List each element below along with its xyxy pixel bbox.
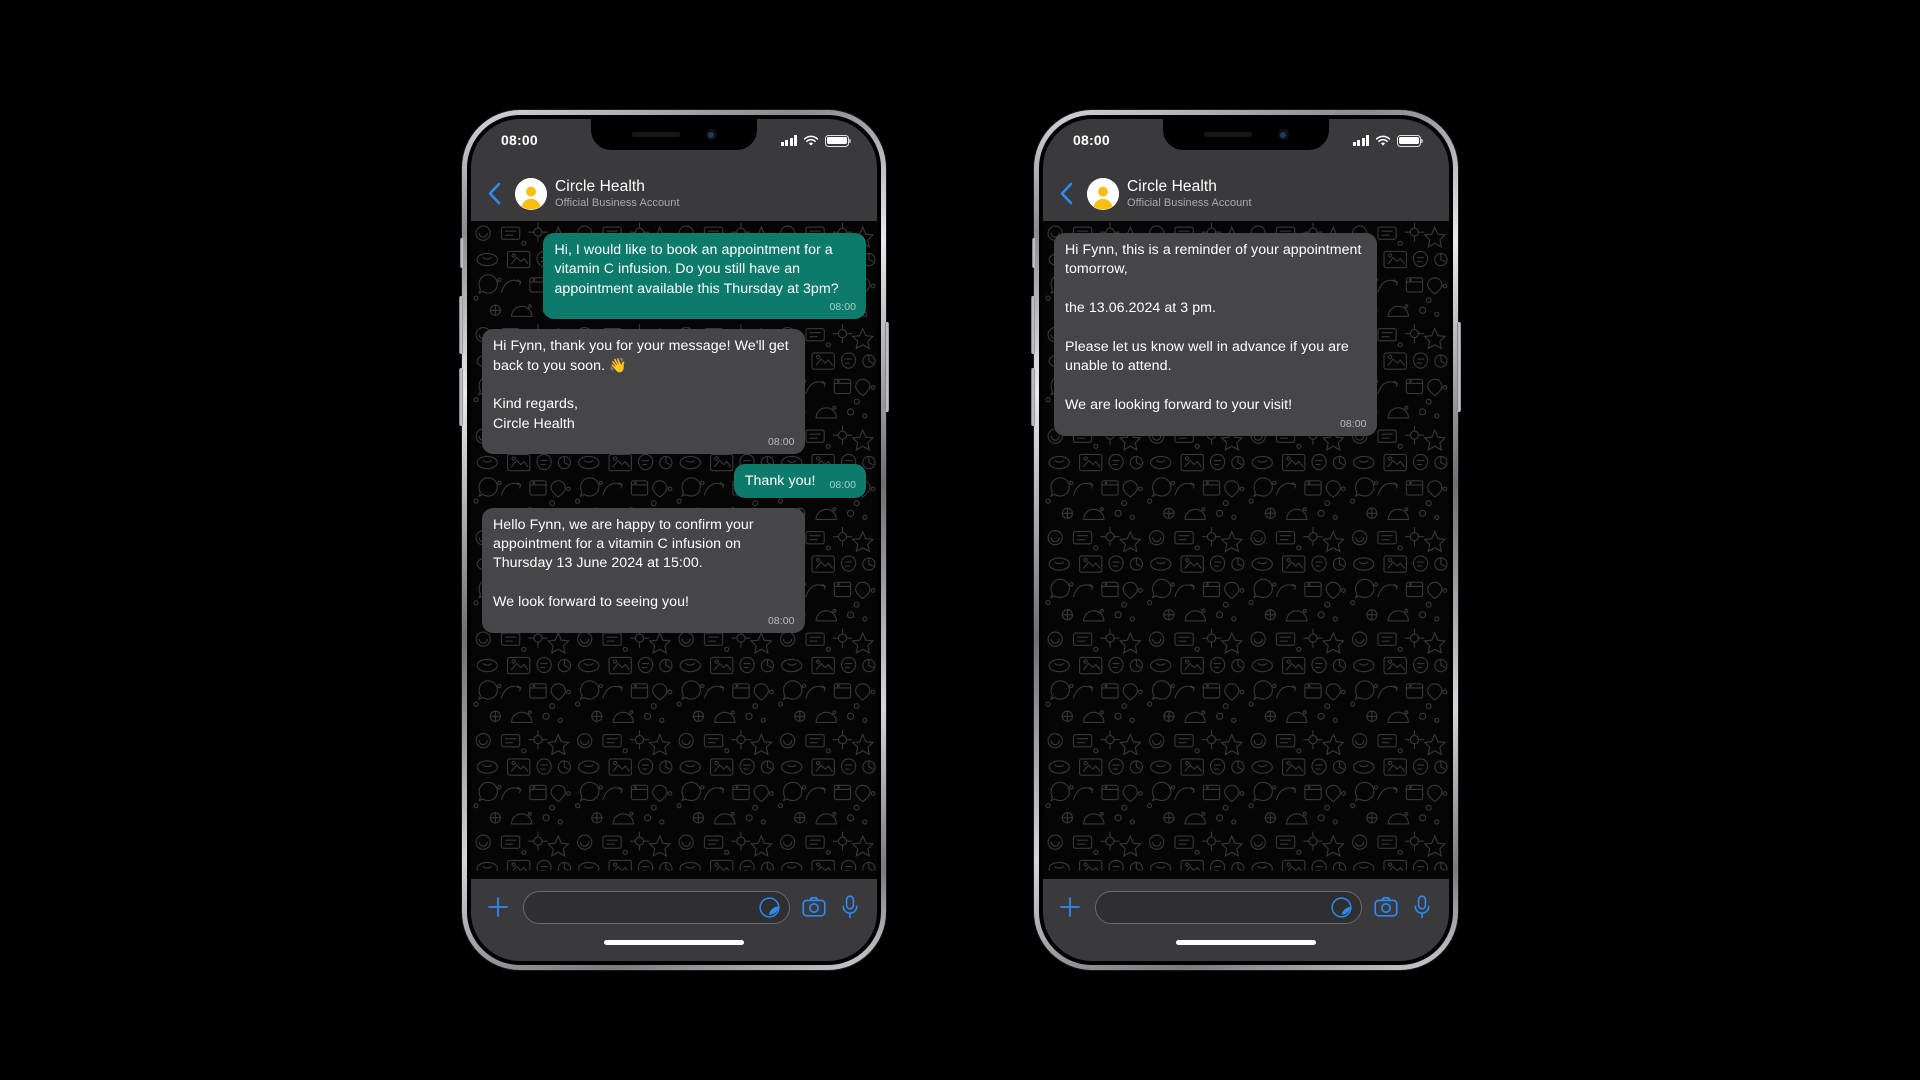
message-row: Thank you! 08:00 — [482, 464, 866, 498]
earpiece-speaker — [631, 132, 680, 137]
page-title: Circle Health — [1127, 178, 1218, 196]
status-time: 08:00 — [501, 132, 538, 148]
phone-bezel: 08:00 Circle Health Official Business Ac… — [1039, 115, 1453, 965]
message-timestamp: 08:00 — [829, 301, 856, 314]
camera-icon — [802, 897, 826, 917]
volume-up-button[interactable] — [1031, 296, 1035, 354]
silent-switch[interactable] — [1032, 238, 1036, 268]
volume-down-button[interactable] — [1031, 368, 1035, 426]
sticker-icon — [758, 896, 780, 918]
screenshot-stage: 08:00 Circle Health Official Business Ac… — [0, 0, 1920, 1080]
earpiece-speaker — [1203, 132, 1252, 137]
header-text: Circle Health Official Business Account — [1127, 178, 1252, 209]
volume-up-button[interactable] — [459, 296, 463, 354]
chat-message-list-right[interactable]: Hi Fynn, this is a reminder of your appo… — [1043, 221, 1449, 879]
chevron-left-icon — [488, 182, 501, 205]
microphone-icon — [842, 895, 858, 919]
message-input-bar — [471, 879, 877, 935]
incoming-message-bubble[interactable]: Hello Fynn, we are happy to confirm your… — [482, 507, 805, 633]
phone-bezel: 08:00 Circle Health Official Business Ac… — [467, 115, 881, 965]
phone-mockup-right: 08:00 Circle Health Official Business Ac… — [1031, 110, 1461, 970]
front-camera-icon — [705, 129, 717, 140]
silent-switch[interactable] — [460, 238, 464, 268]
page-title: Circle Health — [555, 178, 646, 196]
power-button[interactable] — [1457, 322, 1461, 412]
device-notch — [1163, 119, 1329, 150]
cellular-bars-icon — [1352, 135, 1369, 146]
plus-icon — [1060, 897, 1080, 917]
incoming-message-bubble[interactable]: Hi Fynn, this is a reminder of your appo… — [1054, 233, 1377, 436]
message-timestamp: 08:00 — [768, 614, 795, 627]
message-input-bar — [1043, 879, 1449, 935]
status-time: 08:00 — [1073, 132, 1110, 148]
message-text-field[interactable] — [1095, 890, 1362, 924]
camera-button[interactable] — [1374, 895, 1398, 919]
status-indicators — [1352, 132, 1424, 149]
sticker-button[interactable] — [1329, 895, 1353, 919]
status-bar: 08:00 — [1043, 119, 1449, 166]
message-timestamp: 08:00 — [829, 478, 856, 491]
chevron-left-icon — [1060, 182, 1073, 205]
sticker-icon — [1330, 896, 1352, 918]
camera-icon — [1374, 897, 1398, 917]
microphone-icon — [1414, 895, 1430, 919]
message-timestamp: 08:00 — [1340, 417, 1367, 430]
outgoing-message-bubble[interactable]: Thank you! 08:00 — [733, 464, 866, 498]
home-indicator-area — [1043, 935, 1449, 961]
home-indicator[interactable] — [604, 940, 744, 945]
battery-full-icon — [825, 134, 852, 147]
power-button[interactable] — [885, 322, 889, 412]
avatar[interactable] — [1087, 177, 1119, 210]
message-text: Hi Fynn, thank you for your message! We'… — [493, 338, 789, 432]
message-text-field[interactable] — [523, 890, 790, 924]
phone-mockup-left: 08:00 Circle Health Official Business Ac… — [459, 110, 889, 970]
incoming-message-bubble[interactable]: Hi Fynn, thank you for your message! We'… — [482, 329, 805, 455]
home-indicator[interactable] — [1176, 940, 1316, 945]
chat-header: Circle Health Official Business Account — [471, 166, 877, 221]
status-bar: 08:00 — [471, 119, 877, 166]
account-subtitle: Official Business Account — [555, 196, 680, 209]
battery-full-icon — [1397, 134, 1424, 147]
attach-button[interactable] — [485, 894, 511, 920]
message-input[interactable] — [537, 899, 757, 915]
message-timestamp: 08:00 — [768, 436, 795, 449]
camera-button[interactable] — [802, 895, 826, 919]
back-button[interactable] — [481, 177, 507, 211]
message-row: Hello Fynn, we are happy to confirm your… — [482, 507, 866, 633]
account-subtitle: Official Business Account — [1127, 196, 1252, 209]
device-notch — [591, 119, 757, 150]
outgoing-message-bubble[interactable]: Hi, I would like to book an appointment … — [543, 233, 866, 320]
message-row: Hi Fynn, this is a reminder of your appo… — [1054, 233, 1438, 436]
status-indicators — [780, 132, 852, 149]
wifi-icon — [803, 135, 819, 146]
message-text: Hi, I would like to book an appointment … — [554, 242, 839, 297]
sticker-button[interactable] — [757, 895, 781, 919]
message-text: Hi Fynn, this is a reminder of your appo… — [1065, 242, 1362, 414]
phone-screen: 08:00 Circle Health Official Business Ac… — [1043, 119, 1449, 961]
chat-message-list-left[interactable]: Hi, I would like to book an appointment … — [471, 221, 877, 879]
phone-screen: 08:00 Circle Health Official Business Ac… — [471, 119, 877, 961]
voice-message-button[interactable] — [1410, 895, 1434, 919]
message-row: Hi, I would like to book an appointment … — [482, 233, 866, 320]
front-camera-icon — [1277, 129, 1289, 140]
home-indicator-area — [471, 935, 877, 961]
chat-header: Circle Health Official Business Account — [1043, 166, 1449, 221]
message-text: Thank you! — [744, 473, 816, 490]
message-input[interactable] — [1109, 899, 1329, 915]
business-avatar-icon — [515, 177, 547, 210]
message-row: Hi Fynn, thank you for your message! We'… — [482, 329, 866, 455]
wifi-icon — [1375, 135, 1391, 146]
header-text: Circle Health Official Business Account — [555, 178, 680, 209]
back-button[interactable] — [1053, 177, 1079, 211]
volume-down-button[interactable] — [459, 368, 463, 426]
business-avatar-icon — [1087, 177, 1119, 210]
message-text: Hello Fynn, we are happy to confirm your… — [493, 516, 754, 611]
voice-message-button[interactable] — [838, 895, 862, 919]
attach-button[interactable] — [1057, 894, 1083, 920]
plus-icon — [488, 897, 508, 917]
cellular-bars-icon — [780, 135, 797, 146]
avatar[interactable] — [515, 177, 547, 210]
